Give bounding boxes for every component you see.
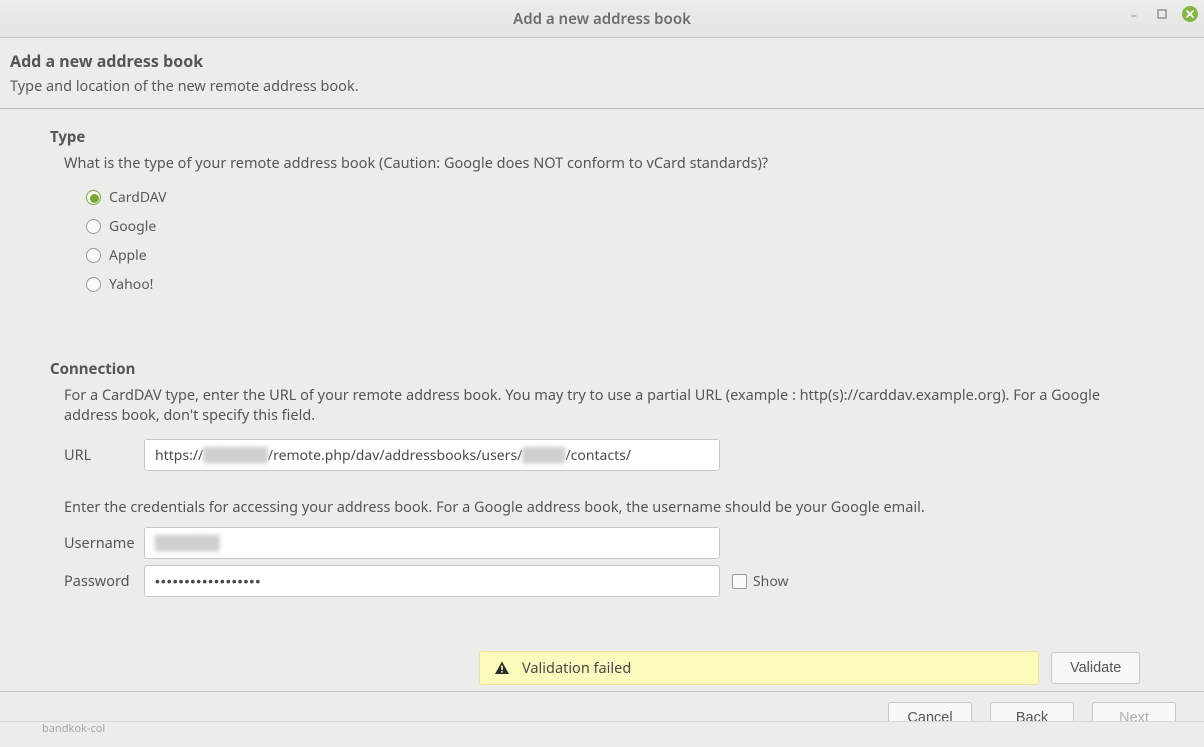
- close-icon[interactable]: [1182, 6, 1198, 22]
- window-controls: –: [1126, 6, 1198, 22]
- radio-yahoo[interactable]: Yahoo!: [86, 270, 1154, 299]
- minimize-icon[interactable]: –: [1126, 6, 1142, 22]
- type-question: What is the type of your remote address …: [64, 153, 1154, 173]
- radio-label: CardDAV: [109, 188, 167, 207]
- password-label: Password: [64, 571, 144, 591]
- show-label: Show: [753, 572, 789, 591]
- url-input[interactable]: https://██████/remote.php/dav/addressboo…: [144, 439, 720, 471]
- radio-label: Google: [109, 217, 156, 236]
- type-heading: Type: [50, 127, 1154, 147]
- validate-button[interactable]: Validate: [1051, 652, 1140, 684]
- validation-banner: Validation failed: [479, 651, 1039, 685]
- page-subtitle: Type and location of the new remote addr…: [10, 76, 1194, 96]
- username-input[interactable]: ██████: [144, 527, 720, 559]
- url-row: URL https://██████/remote.php/dav/addres…: [64, 439, 1154, 471]
- credentials-help: Enter the credentials for accessing your…: [64, 497, 1154, 517]
- radio-icon: [86, 219, 101, 234]
- background-window-fragment: bandkok-col: [0, 721, 1204, 747]
- password-row: Password Show: [64, 565, 1154, 597]
- warning-icon: [494, 660, 510, 676]
- wizard-body: Type What is the type of your remote add…: [0, 109, 1204, 691]
- radio-apple[interactable]: Apple: [86, 241, 1154, 270]
- radio-carddav[interactable]: CardDAV: [86, 183, 1154, 212]
- maximize-icon[interactable]: [1154, 6, 1170, 22]
- url-label: URL: [64, 445, 144, 465]
- connection-heading: Connection: [50, 359, 1154, 379]
- radio-icon: [86, 248, 101, 263]
- radio-label: Apple: [109, 246, 147, 265]
- connection-url-help: For a CardDAV type, enter the URL of you…: [64, 385, 1154, 425]
- radio-label: Yahoo!: [109, 275, 153, 294]
- type-section: Type What is the type of your remote add…: [50, 127, 1154, 299]
- type-radio-group: CardDAV Google Apple Yahoo!: [86, 183, 1154, 299]
- wizard-header: Add a new address book Type and location…: [0, 38, 1204, 109]
- titlebar: Add a new address book –: [0, 0, 1204, 38]
- show-password-toggle[interactable]: Show: [732, 572, 789, 591]
- validation-message: Validation failed: [522, 658, 631, 678]
- window-title: Add a new address book: [513, 9, 691, 29]
- radio-icon: [86, 277, 101, 292]
- radio-icon: [86, 190, 101, 205]
- radio-google[interactable]: Google: [86, 212, 1154, 241]
- checkbox-icon: [732, 574, 747, 589]
- username-label: Username: [64, 533, 144, 553]
- page-title: Add a new address book: [10, 50, 1194, 72]
- validation-row: Validation failed Validate: [64, 651, 1154, 685]
- connection-section: Connection For a CardDAV type, enter the…: [50, 359, 1154, 685]
- username-row: Username ██████: [64, 527, 1154, 559]
- password-input[interactable]: [144, 565, 720, 597]
